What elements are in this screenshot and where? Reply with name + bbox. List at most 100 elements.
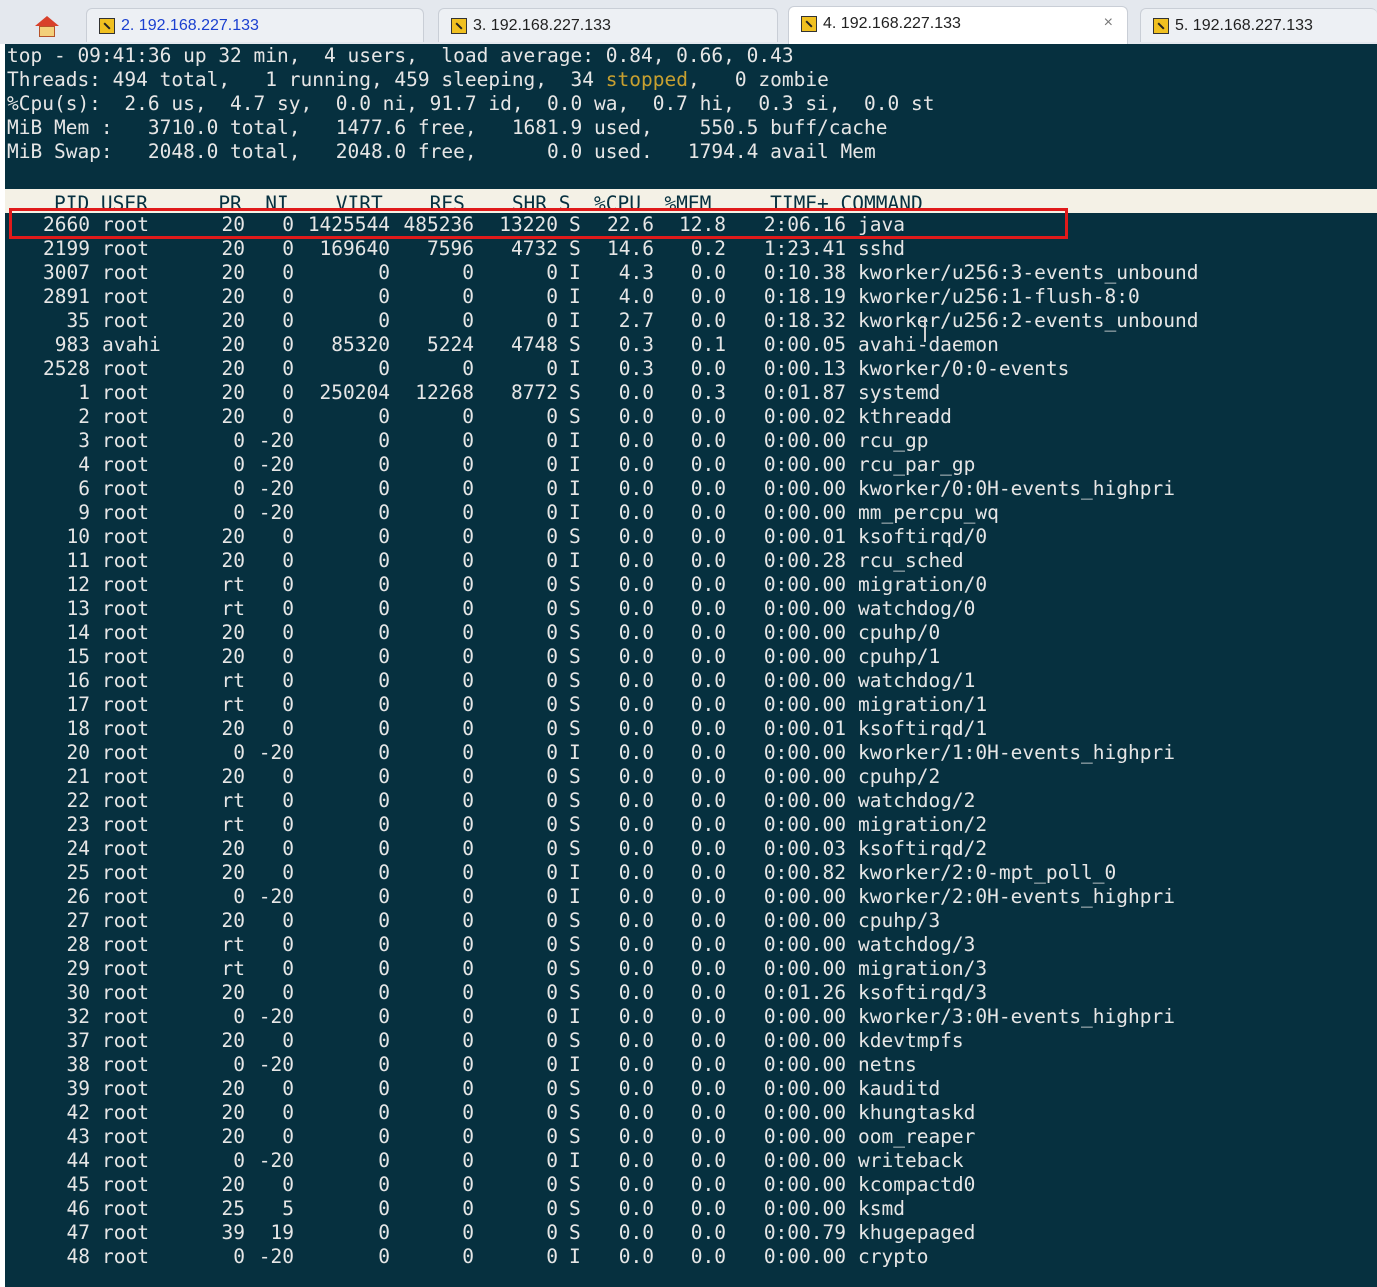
cell-ni: 0 (282, 237, 294, 260)
cell-state: S (569, 981, 581, 1004)
cell-pid: 39 (66, 1077, 90, 1100)
cell-res: 5224 (427, 333, 474, 356)
cell-res: 0 (462, 1029, 474, 1052)
cell-mem: 0.0 (690, 285, 726, 308)
cell-pid: 26 (66, 885, 90, 908)
cell-res: 0 (462, 909, 474, 932)
process-row: 45 root 20 0 0 0 0 S 0.0 0.0 0:00.00 kcompactd0 (5, 1173, 1377, 1197)
tab-session-3[interactable]: 3. 192.168.227.133 (438, 8, 778, 42)
cell-shr: 0 (546, 957, 558, 980)
cell-state: S (569, 1125, 581, 1148)
cell-res: 0 (462, 573, 474, 596)
close-tab-icon[interactable]: × (1104, 14, 1113, 32)
cell-mem: 0.0 (690, 861, 726, 884)
tab-label: 4. 192.168.227.133 (823, 15, 961, 32)
cell-command: ksoftirqd/1 (858, 717, 988, 740)
cell-ni: 0 (282, 1029, 294, 1052)
cell-pr: 20 (221, 765, 245, 788)
cell-command: sshd (858, 237, 905, 260)
cell-ni: 0 (282, 837, 294, 860)
cell-time: 0:01.87 (763, 381, 846, 404)
cell-state: I (569, 1149, 581, 1172)
cell-cpu: 0.0 (618, 837, 654, 860)
cell-mem: 0.0 (690, 477, 726, 500)
cell-res: 0 (462, 357, 474, 380)
cell-shr: 0 (546, 477, 558, 500)
cell-shr: 0 (546, 597, 558, 620)
cell-res: 0 (462, 789, 474, 812)
cell-command: systemd (858, 381, 941, 404)
cell-ni: 0 (282, 669, 294, 692)
cell-pid: 3007 (43, 261, 90, 284)
cell-mem: 0.0 (690, 453, 726, 476)
cell-user: root (102, 1005, 149, 1028)
cell-shr: 0 (546, 813, 558, 836)
cell-state: I (569, 309, 581, 332)
cell-pr: 20 (221, 717, 245, 740)
cell-ni: 0 (282, 261, 294, 284)
cell-res: 0 (462, 1125, 474, 1148)
cell-pid: 23 (66, 813, 90, 836)
cell-shr: 0 (546, 1149, 558, 1172)
cell-virt: 0 (378, 933, 390, 956)
cell-virt: 0 (378, 1005, 390, 1028)
cell-user: root (102, 1101, 149, 1124)
cell-ni: -20 (258, 1245, 294, 1268)
cell-res: 0 (462, 621, 474, 644)
cell-command: netns (858, 1053, 917, 1076)
cell-user: root (102, 1029, 149, 1052)
cell-virt: 0 (378, 765, 390, 788)
cell-time: 0:00.00 (763, 1005, 846, 1028)
process-row: 21 root 20 0 0 0 0 S 0.0 0.0 0:00.00 cpuhp/2 (5, 765, 1377, 789)
process-row: 43 root 20 0 0 0 0 S 0.0 0.0 0:00.00 oom_reaper (5, 1125, 1377, 1149)
cell-shr: 0 (546, 1197, 558, 1220)
cell-shr: 0 (546, 1245, 558, 1268)
cell-virt: 0 (378, 477, 390, 500)
cell-pid: 28 (66, 933, 90, 956)
cell-ni: -20 (258, 885, 294, 908)
cell-user: root (102, 981, 149, 1004)
cell-res: 0 (462, 957, 474, 980)
cell-pid: 37 (66, 1029, 90, 1052)
cell-command: cpuhp/0 (858, 621, 941, 644)
cell-command: kworker/2:0H-events_highpri (858, 885, 1175, 908)
cell-shr: 0 (546, 405, 558, 428)
cell-pid: 11 (66, 549, 90, 572)
process-row: 2199 root 20 0 169640 7596 4732 S 14.6 0.2 1:23.41… (5, 237, 1377, 261)
cell-cpu: 0.0 (618, 933, 654, 956)
cell-pid: 21 (66, 765, 90, 788)
cell-state: S (569, 693, 581, 716)
cell-res: 0 (462, 645, 474, 668)
cell-virt: 0 (378, 861, 390, 884)
cell-ni: -20 (258, 429, 294, 452)
cell-mem: 0.0 (690, 525, 726, 548)
cell-command: kworker/u256:2-events_unbound (858, 309, 1199, 332)
tab-session-5[interactable]: 5. 192.168.227.133 (1140, 8, 1377, 42)
cell-shr: 0 (546, 549, 558, 572)
cell-user: root (102, 813, 149, 836)
cell-res: 0 (462, 717, 474, 740)
home-tab[interactable] (22, 6, 72, 44)
cell-user: root (102, 1173, 149, 1196)
cell-pid: 16 (66, 669, 90, 692)
cell-shr: 0 (546, 933, 558, 956)
cell-command: oom_reaper (858, 1125, 976, 1148)
key-icon (451, 18, 467, 34)
cell-user: root (102, 237, 149, 260)
cell-cpu: 0.0 (618, 381, 654, 404)
cell-pr: 20 (221, 309, 245, 332)
cell-virt: 0 (378, 453, 390, 476)
cell-ni: 0 (282, 357, 294, 380)
cell-mem: 0.0 (690, 405, 726, 428)
cell-pr: 0 (233, 885, 245, 908)
cell-time: 0:00.00 (763, 1101, 846, 1124)
cell-time: 0:00.00 (763, 1173, 846, 1196)
cell-state: I (569, 885, 581, 908)
tab-session-2[interactable]: 2. 192.168.227.133 (86, 8, 424, 42)
cell-res: 0 (462, 477, 474, 500)
cell-time: 0:00.00 (763, 933, 846, 956)
cell-pr: 20 (221, 1029, 245, 1052)
tab-session-4[interactable]: 4. 192.168.227.133 × (788, 6, 1128, 44)
cell-pid: 2 (78, 405, 90, 428)
cell-ni: -20 (258, 1149, 294, 1172)
